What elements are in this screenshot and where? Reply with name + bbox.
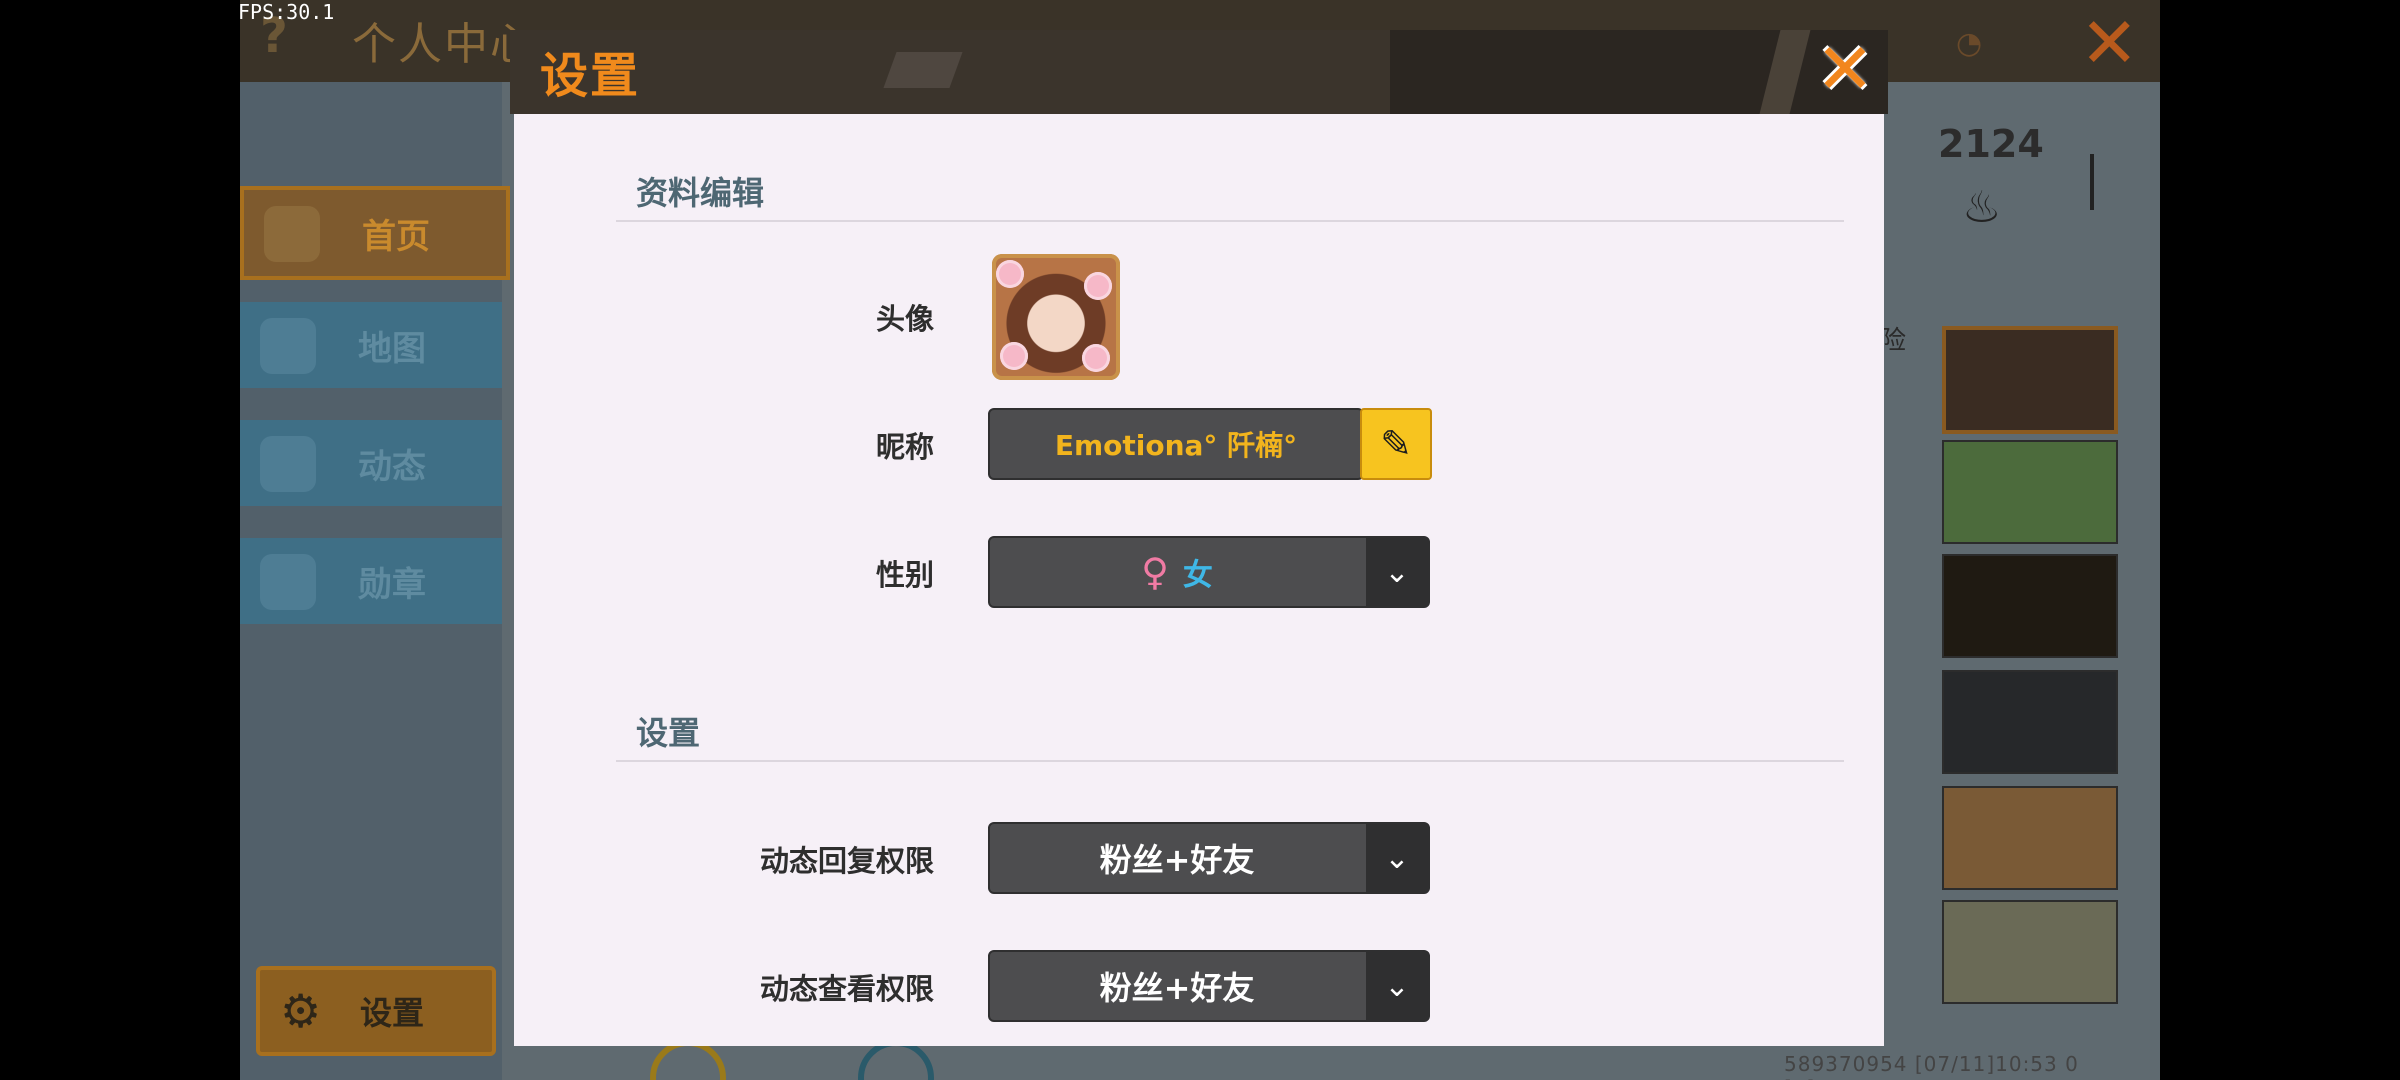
sidebar-tab-badges[interactable]: 勋章: [240, 538, 502, 624]
sidebar-tab-home[interactable]: 首页: [240, 186, 510, 280]
bg-settings-label: 设置: [360, 994, 425, 1032]
close-button[interactable]: ✕: [1812, 28, 1878, 110]
map-thumbnail[interactable]: [1942, 440, 2118, 544]
female-icon: ♀: [1141, 550, 1169, 594]
view-permission-label: 动态查看权限: [759, 972, 934, 1006]
section-divider: [616, 220, 1844, 222]
gender-value: 女: [1182, 558, 1213, 593]
flower-decoration: [1082, 344, 1110, 372]
section-divider: [616, 760, 1844, 762]
home-icon: [264, 206, 320, 262]
sidebar-tab-feed[interactable]: 动态: [240, 420, 502, 506]
signal-icon: ◔: [1956, 26, 1983, 61]
bg-settings-button[interactable]: ⚙ 设置: [256, 966, 496, 1056]
section-title-settings: 设置: [636, 714, 701, 752]
flower-decoration: [1000, 342, 1028, 370]
map-thumbnail[interactable]: [1942, 554, 2118, 658]
sidebar-tab-label: 动态: [358, 446, 426, 487]
gender-dropdown[interactable]: ♀ 女 ⌄: [988, 536, 1430, 608]
avatar-label: 头像: [875, 302, 934, 336]
view-permission-value: 粉丝+好友: [1099, 969, 1255, 1007]
bg-round-button[interactable]: [650, 1040, 726, 1080]
badge-icon: [260, 554, 316, 610]
map-icon: [260, 318, 316, 374]
chevron-down-icon: ⌄: [1366, 538, 1428, 606]
flame-icon: ♨: [1962, 182, 2002, 233]
view-permission-dropdown[interactable]: 粉丝+好友 ⌄: [988, 950, 1430, 1022]
heat-count: 2124: [1938, 122, 2044, 166]
reply-permission-value: 粉丝+好友: [1099, 841, 1255, 879]
bg-close-icon[interactable]: ✕: [2080, 2, 2139, 84]
gear-icon: ⚙: [280, 984, 322, 1038]
map-thumbnail[interactable]: [1942, 786, 2118, 890]
pencil-icon: ✎: [1380, 422, 1412, 466]
map-thumbnail[interactable]: [1942, 326, 2118, 434]
close-icon: ✕: [1815, 28, 1875, 110]
bg-divider: [2090, 154, 2094, 210]
map-thumbnail[interactable]: [1942, 900, 2118, 1004]
flower-decoration: [1084, 272, 1112, 300]
gender-label: 性别: [875, 558, 934, 592]
bg-round-button[interactable]: [858, 1040, 934, 1080]
avatar[interactable]: [992, 254, 1120, 380]
nickname-value: Emotiona° 阡楠°: [1054, 429, 1298, 462]
fps-counter: FPS:30.1: [238, 0, 335, 24]
feed-icon: [260, 436, 316, 492]
nickname-label: 昵称: [875, 430, 934, 464]
chevron-down-icon: ⌄: [1366, 952, 1428, 1020]
sidebar-tab-map[interactable]: 地图: [240, 302, 502, 388]
map-thumbnail[interactable]: [1942, 670, 2118, 774]
section-title-profile: 资料编辑: [636, 174, 765, 212]
nickname-field[interactable]: Emotiona° 阡楠°: [988, 408, 1364, 480]
modal-header-decoration: [883, 52, 963, 88]
bg-footer-info: 589370954 [07/11]10:53 0 [7]1.1.5: [1784, 1052, 2079, 1080]
modal-title: 设置: [540, 48, 641, 104]
sidebar-tab-label: 首页: [362, 216, 430, 257]
edit-nickname-button[interactable]: ✎: [1360, 408, 1432, 480]
chevron-down-icon: ⌄: [1366, 824, 1428, 892]
reply-permission-label: 动态回复权限: [759, 844, 934, 878]
bg-page-title: 个人中心: [352, 19, 536, 70]
sidebar-tab-label: 地图: [358, 328, 426, 369]
reply-permission-dropdown[interactable]: 粉丝+好友 ⌄: [988, 822, 1430, 894]
sidebar-tab-label: 勋章: [358, 564, 426, 605]
flower-decoration: [996, 260, 1024, 288]
gender-value-wrap: ♀ 女: [990, 538, 1364, 606]
